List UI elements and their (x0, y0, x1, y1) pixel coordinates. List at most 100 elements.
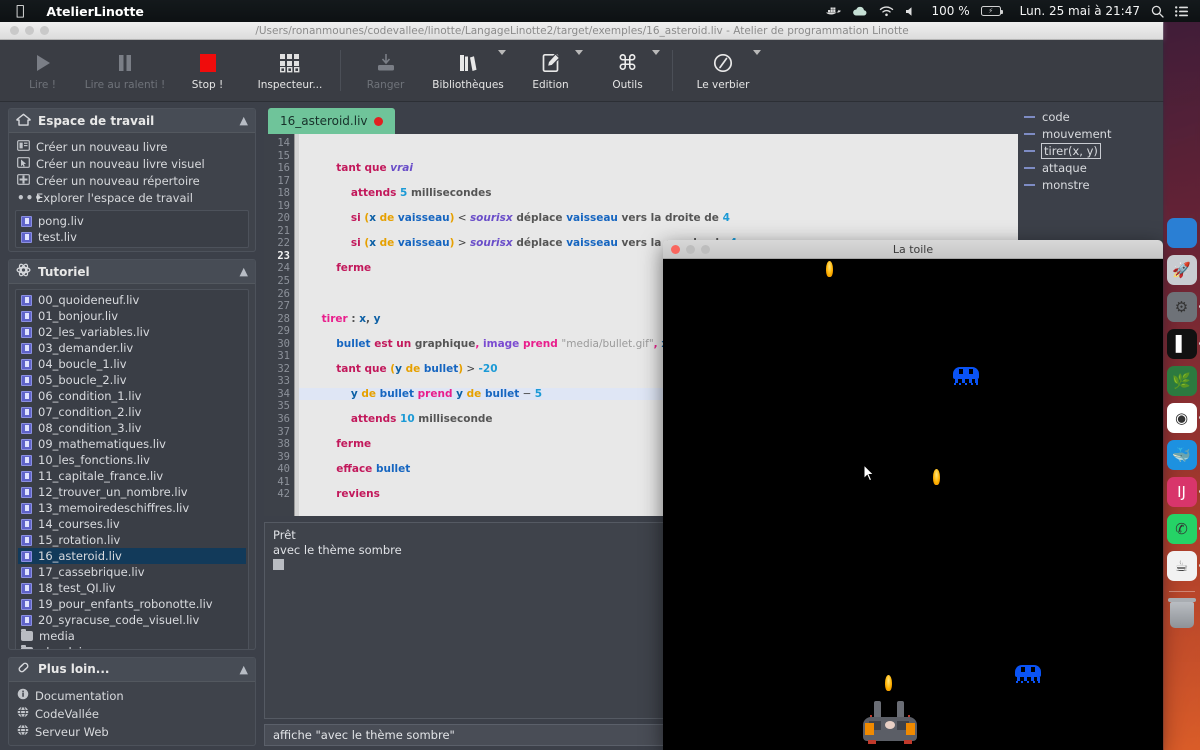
line-number: 20 (277, 212, 290, 225)
whatsapp-icon[interactable]: ✆ (1166, 514, 1200, 544)
list-item[interactable]: pong.liv (18, 213, 246, 229)
window-title-bar[interactable]: /Users/ronanmounes/codevallee/linotte/La… (0, 22, 1164, 40)
list-item[interactable]: 12_trouver_un_nombre.liv (18, 484, 246, 500)
explore-workspace-action[interactable]: ••• Explorer l'espace de travail (15, 189, 249, 206)
liv-file-icon (21, 486, 32, 498)
create-new-folder-action[interactable]: Créer un nouveau répertoire (15, 172, 249, 189)
list-item[interactable]: 00_quoideneuf.liv (18, 292, 246, 308)
list-item[interactable]: 01_bonjour.liv (18, 308, 246, 324)
system-settings-icon[interactable]: ⚙ (1166, 292, 1200, 322)
chevron-up-icon[interactable]: ▲ (240, 265, 248, 278)
window-title: /Users/ronanmounes/codevallee/linotte/La… (255, 24, 909, 37)
outline-item-label: tirer(x, y) (1041, 142, 1101, 159)
toolbar-button-lire-ralenti[interactable]: Lire au ralenti ! (81, 40, 169, 101)
list-item[interactable]: 20_syracuse_code_visuel.liv (18, 612, 246, 628)
workspace-file-list[interactable]: pong.liv test.liv (15, 210, 249, 248)
web-server-link[interactable]: Serveur Web (15, 723, 249, 741)
list-item[interactable]: 06_condition_1.liv (18, 388, 246, 404)
list-item[interactable]: 10_les_fonctions.liv (18, 452, 246, 468)
list-item[interactable]: 09_mathematiques.liv (18, 436, 246, 452)
toolbar-button-inspecteur[interactable]: Inspecteur... (246, 40, 334, 101)
chevron-down-icon[interactable] (652, 50, 660, 55)
documentation-link[interactable]: Documentation (15, 687, 249, 705)
line-number: 16 (277, 162, 290, 175)
chevron-down-icon[interactable] (498, 50, 506, 55)
line-number: 24 (277, 262, 290, 275)
outline-item-attaque[interactable]: attaque (1022, 159, 1158, 176)
outline-item-tirerxy[interactable]: tirer(x, y) (1022, 142, 1158, 159)
workspace-panel-header[interactable]: Espace de travail ▲ (9, 109, 255, 133)
mac-menu-bar:  AtelierLinotte 100 % ⚡ Lun. 25 mai à 2… (0, 0, 1200, 22)
list-item[interactable]: 18_test_QI.liv (18, 580, 246, 596)
chevron-up-icon[interactable]: ▲ (240, 663, 248, 676)
menubar-app-name[interactable]: AtelierLinotte (46, 4, 144, 19)
cloud-icon[interactable] (852, 6, 868, 17)
chrome-icon[interactable]: ◉ (1166, 403, 1200, 433)
finder-icon[interactable] (1166, 218, 1197, 248)
toolbar-button-bibliotheques[interactable]: Bibliothèques (424, 40, 512, 101)
toolbar-button-edition[interactable]: Edition (512, 40, 589, 101)
list-item[interactable]: 19_pour_enfants_robonotte.liv (18, 596, 246, 612)
launchpad-icon[interactable]: 🚀 (1166, 255, 1197, 285)
list-item[interactable]: 14_courses.liv (18, 516, 246, 532)
folder-icon (21, 628, 33, 642)
list-item[interactable]: 13_memoiredeschiffres.liv (18, 500, 246, 516)
list-item[interactable]: 02_les_variables.liv (18, 324, 246, 340)
list-item[interactable]: 07_condition_2.liv (18, 404, 246, 420)
liv-file-icon (21, 215, 32, 227)
volume-icon[interactable] (905, 6, 917, 17)
search-icon[interactable] (1151, 5, 1164, 18)
create-new-visual-book-action[interactable]: Créer un nouveau livre visuel (15, 155, 249, 172)
tutorial-file-list[interactable]: 00_quoideneuf.liv 01_bonjour.liv 02_les_va… (15, 289, 249, 649)
toolbar-button-lire[interactable]: Lire ! (4, 40, 81, 101)
list-item[interactable]: 16_asteroid.liv (18, 548, 246, 565)
tab-label: 16_asteroid.liv (280, 114, 368, 128)
docker-icon[interactable]: 🐳 (1166, 440, 1197, 470)
list-item[interactable]: 08_condition_3.liv (18, 420, 246, 436)
control-center-icon[interactable] (1175, 5, 1188, 17)
menubar-clock[interactable]: Lun. 25 mai à 21:47 (1020, 4, 1140, 18)
line-number: 37 (277, 425, 290, 438)
chevron-down-icon[interactable] (753, 50, 761, 55)
outline-item-mouvement[interactable]: mouvement (1022, 125, 1158, 142)
outline-item-monstre[interactable]: monstre (1022, 176, 1158, 193)
list-item[interactable]: 04_boucle_1.liv (18, 356, 246, 372)
chevron-down-icon[interactable] (575, 50, 583, 55)
game-canvas[interactable] (663, 259, 1163, 750)
sourcetree-icon[interactable]: 🌿 (1166, 366, 1197, 396)
battery-charging-icon[interactable]: ⚡ (980, 6, 1003, 16)
outline-item-code[interactable]: code (1022, 108, 1158, 125)
list-item[interactable]: 03_demander.liv (18, 340, 246, 356)
apple-icon[interactable]:  (16, 4, 24, 18)
toolbar-button-ranger[interactable]: Ranger (347, 40, 424, 101)
command-input-value: affiche "avec le thème sombre" (273, 728, 455, 742)
list-item[interactable]: media (18, 628, 246, 644)
toolbar-button-stop[interactable]: Stop ! (169, 40, 246, 101)
toolbar-button-outils[interactable]: ⌘ Outils (589, 40, 666, 101)
terminal-icon[interactable]: ▌ (1166, 329, 1200, 359)
toile-title-bar[interactable]: La toile (663, 240, 1163, 259)
wifi-icon[interactable] (879, 5, 894, 17)
liv-file-icon (21, 614, 32, 626)
more-panel-header[interactable]: Plus loin... ▲ (9, 657, 255, 682)
docker-icon[interactable] (825, 5, 841, 17)
list-item[interactable]: plus_loin (18, 644, 246, 649)
file-label: 05_boucle_2.liv (38, 373, 127, 388)
toolbar-label: Lire ! (29, 79, 56, 91)
toolbar-button-verbier[interactable]: Le verbier (679, 40, 767, 101)
intellij-icon[interactable]: IJ (1166, 477, 1200, 507)
line-number: 25 (277, 275, 290, 288)
create-new-book-action[interactable]: Créer un nouveau livre (15, 138, 249, 155)
toile-window[interactable]: La toile (663, 240, 1163, 750)
tutorial-panel-header[interactable]: Tutoriel ▲ (9, 260, 255, 285)
list-item[interactable]: 11_capitale_france.liv (18, 468, 246, 484)
java-icon[interactable]: ☕ (1166, 551, 1200, 581)
codevallee-link[interactable]: CodeVallée (15, 705, 249, 723)
tab-16-asteroid[interactable]: 16_asteroid.liv (268, 108, 395, 134)
list-item[interactable]: 15_rotation.liv (18, 532, 246, 548)
trash-icon[interactable] (1167, 598, 1196, 628)
list-item[interactable]: 05_boucle_2.liv (18, 372, 246, 388)
list-item[interactable]: test.liv (18, 229, 246, 245)
list-item[interactable]: 17_cassebrique.liv (18, 564, 246, 580)
chevron-up-icon[interactable]: ▲ (240, 114, 248, 127)
